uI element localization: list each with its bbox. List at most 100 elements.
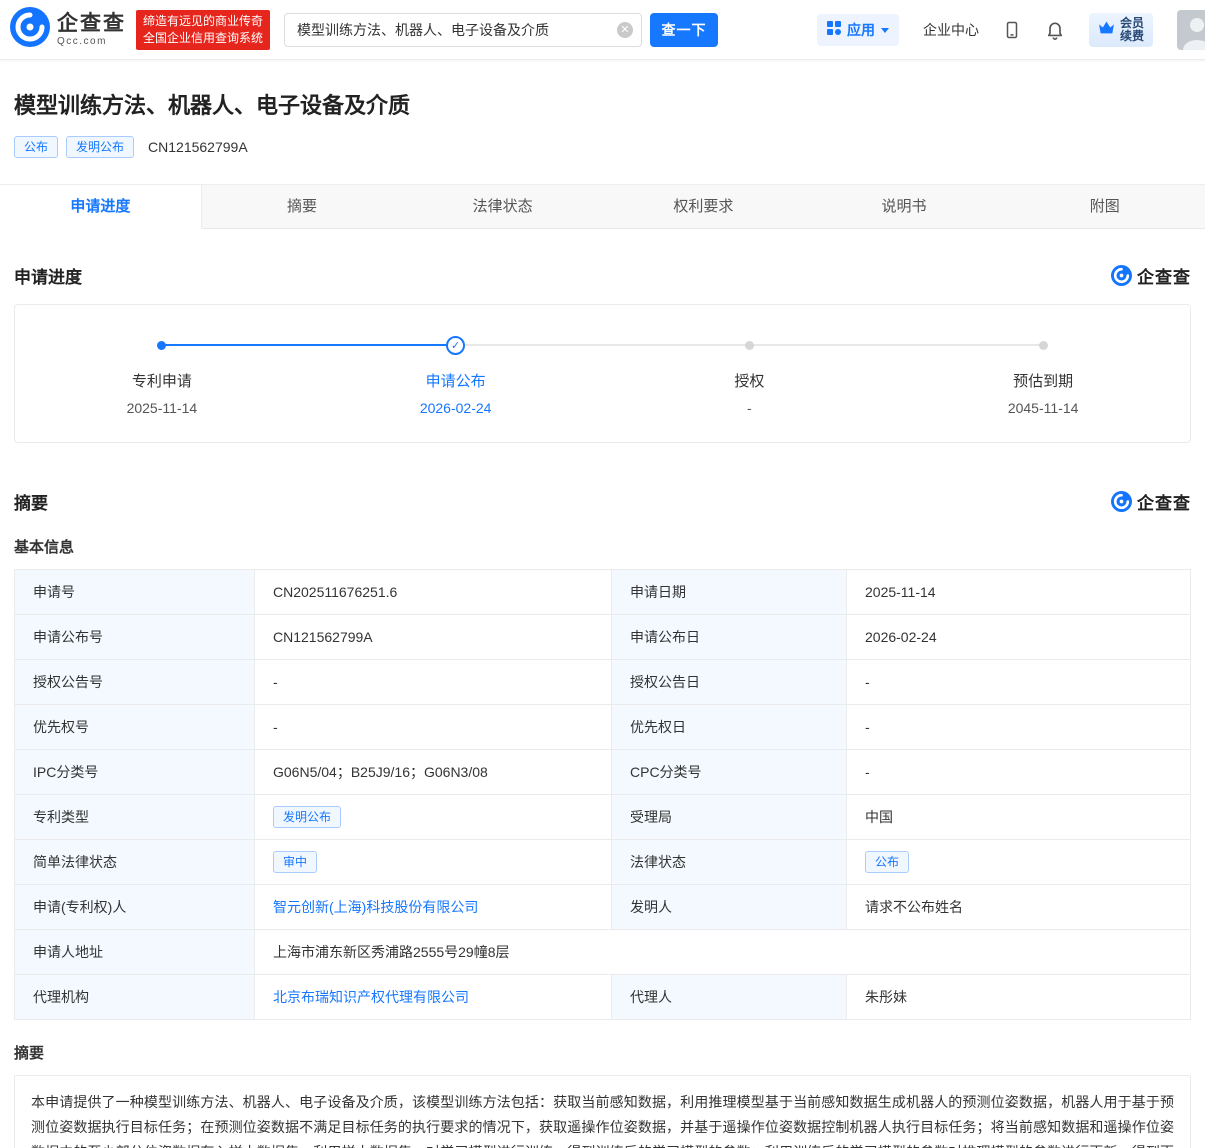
qcc-mark-icon: [1111, 491, 1132, 512]
qcc-logo[interactable]: 企查查 Qcc.com: [10, 7, 126, 52]
step-date: 2045-11-14: [1008, 400, 1079, 416]
table-row: 优先权号 - 优先权日 -: [15, 705, 1191, 750]
field-label: 简单法律状态: [15, 840, 255, 885]
field-label: CPC分类号: [612, 750, 847, 795]
apps-dropdown[interactable]: 应用: [817, 14, 899, 46]
tab-application-progress[interactable]: 申请进度: [0, 185, 202, 229]
basic-info-table: 申请号 CN202511676251.6 申请日期 2025-11-14 申请公…: [14, 569, 1191, 1020]
slogan-line-2: 全国企业信用查询系统: [143, 30, 263, 47]
application-timeline: 专利申请 2025-11-14 ✓ 申请公布 2026-02-24 授权 - 预…: [14, 304, 1191, 443]
qcc-watermark-logo: 企查查: [1111, 489, 1191, 514]
tab-abstract[interactable]: 摘要: [202, 185, 403, 229]
top-header: 企查查 Qcc.com 缔造有远见的商业传奇 全国企业信用查询系统 ✕ 查一下 …: [0, 0, 1205, 60]
vip-label: 会员 续费: [1120, 17, 1144, 43]
abstract-title: 摘要: [14, 1042, 1191, 1063]
tab-drawings[interactable]: 附图: [1004, 185, 1205, 229]
field-value: 智元创新(上海)科技股份有限公司: [255, 885, 612, 930]
slogan-line-1: 缔造有远见的商业传奇: [143, 13, 263, 30]
qcc-logo-icon: [10, 7, 50, 52]
qcc-mark-text: 企查查: [1137, 489, 1191, 514]
tab-bar: 申请进度 摘要 法律状态 权利要求 说明书 附图: [0, 184, 1205, 229]
field-value: CN202511676251.6: [255, 570, 612, 615]
timeline-step-published: ✓ 申请公布 2026-02-24: [309, 335, 603, 416]
clear-search-icon[interactable]: ✕: [617, 22, 633, 38]
field-label: 申请公布日: [612, 615, 847, 660]
qcc-watermark-logo: 企查查: [1111, 263, 1191, 288]
tab-claims[interactable]: 权利要求: [603, 185, 804, 229]
field-value: G06N5/04；B25J9/16；G06N3/08: [255, 750, 612, 795]
field-value: 发明公布: [255, 795, 612, 840]
field-value: 中国: [847, 795, 1191, 840]
table-row: 申请人地址 上海市浦东新区秀浦路2555号29幢8层: [15, 930, 1191, 975]
field-value: -: [847, 705, 1191, 750]
field-value: -: [847, 750, 1191, 795]
table-row: IPC分类号 G06N5/04；B25J9/16；G06N3/08 CPC分类号…: [15, 750, 1191, 795]
patent-tag-row: 公布 发明公布 CN121562799A: [14, 136, 1191, 158]
step-dot-done: [157, 341, 166, 350]
step-label: 申请公布: [426, 370, 486, 391]
notification-bell-icon[interactable]: [1045, 20, 1065, 40]
status-tag-publication: 公布: [14, 136, 58, 158]
user-avatar[interactable]: [1177, 10, 1205, 50]
crown-icon: [1098, 21, 1115, 39]
step-check-icon: ✓: [446, 336, 465, 355]
abstract-text: 本申请提供了一种模型训练方法、机器人、电子设备及介质，该模型训练方法包括：获取当…: [14, 1075, 1191, 1148]
enterprise-center-link[interactable]: 企业中心: [923, 20, 979, 40]
field-label: 申请人地址: [15, 930, 255, 975]
field-value: -: [847, 660, 1191, 705]
step-date: -: [747, 400, 752, 416]
brand-name: 企查查: [57, 12, 126, 36]
mobile-app-icon[interactable]: [1003, 20, 1021, 40]
qcc-mark-icon: [1111, 265, 1132, 286]
table-row: 申请公布号 CN121562799A 申请公布日 2026-02-24: [15, 615, 1191, 660]
step-date: 2026-02-24: [420, 400, 492, 416]
basic-info-title: 基本信息: [14, 536, 1191, 557]
field-label: 代理人: [612, 975, 847, 1020]
field-label: 受理局: [612, 795, 847, 840]
field-label: 授权公告日: [612, 660, 847, 705]
table-row: 申请号 CN202511676251.6 申请日期 2025-11-14: [15, 570, 1191, 615]
progress-section-title: 申请进度: [14, 263, 82, 288]
field-value: 朱彤妹: [847, 975, 1191, 1020]
applicant-company-link[interactable]: 智元创新(上海)科技股份有限公司: [273, 899, 478, 915]
apps-label: 应用: [847, 20, 875, 40]
timeline-step-expiry: 预估到期 2045-11-14: [896, 335, 1190, 416]
field-label: 申请号: [15, 570, 255, 615]
agency-company-link[interactable]: 北京布瑞知识产权代理有限公司: [273, 989, 469, 1005]
table-row: 简单法律状态 审中 法律状态 公布: [15, 840, 1191, 885]
field-value: 2026-02-24: [847, 615, 1191, 660]
search-bar: ✕ 查一下: [284, 13, 718, 47]
field-label: 专利类型: [15, 795, 255, 840]
step-date: 2025-11-14: [127, 400, 198, 416]
timeline-step-filed: 专利申请 2025-11-14: [15, 335, 309, 416]
search-input[interactable]: [284, 13, 642, 47]
field-value: 上海市浦东新区秀浦路2555号29幢8层: [255, 930, 1191, 975]
field-value: -: [255, 705, 612, 750]
progress-section-header: 申请进度 企查查: [14, 263, 1191, 288]
publication-number: CN121562799A: [148, 139, 248, 155]
field-label: 优先权号: [15, 705, 255, 750]
simple-legal-status-tag: 审中: [273, 851, 317, 873]
field-label: IPC分类号: [15, 750, 255, 795]
field-label: 授权公告号: [15, 660, 255, 705]
field-value: 公布: [847, 840, 1191, 885]
vip-renew-button[interactable]: 会员 续费: [1089, 13, 1153, 47]
table-row: 授权公告号 - 授权公告日 -: [15, 660, 1191, 705]
tab-description[interactable]: 说明书: [804, 185, 1005, 229]
type-tag-invention: 发明公布: [66, 136, 134, 158]
step-label: 专利申请: [132, 370, 192, 391]
tab-legal-status[interactable]: 法律状态: [402, 185, 603, 229]
header-nav: 应用 企业中心 会员 续费: [817, 10, 1205, 50]
patent-title-block: 模型训练方法、机器人、电子设备及介质 公布 发明公布 CN121562799A: [0, 60, 1205, 158]
field-label: 法律状态: [612, 840, 847, 885]
step-label: 预估到期: [1013, 370, 1073, 391]
page-title: 模型训练方法、机器人、电子设备及介质: [14, 88, 1191, 120]
table-row: 专利类型 发明公布 受理局 中国: [15, 795, 1191, 840]
step-dot-pending: [1039, 341, 1048, 350]
legal-status-tag: 公布: [865, 851, 909, 873]
field-label: 优先权日: [612, 705, 847, 750]
summary-section-header: 摘要 企查查: [14, 489, 1191, 514]
field-label: 申请公布号: [15, 615, 255, 660]
table-row: 代理机构 北京布瑞知识产权代理有限公司 代理人 朱彤妹: [15, 975, 1191, 1020]
search-button[interactable]: 查一下: [650, 13, 718, 47]
